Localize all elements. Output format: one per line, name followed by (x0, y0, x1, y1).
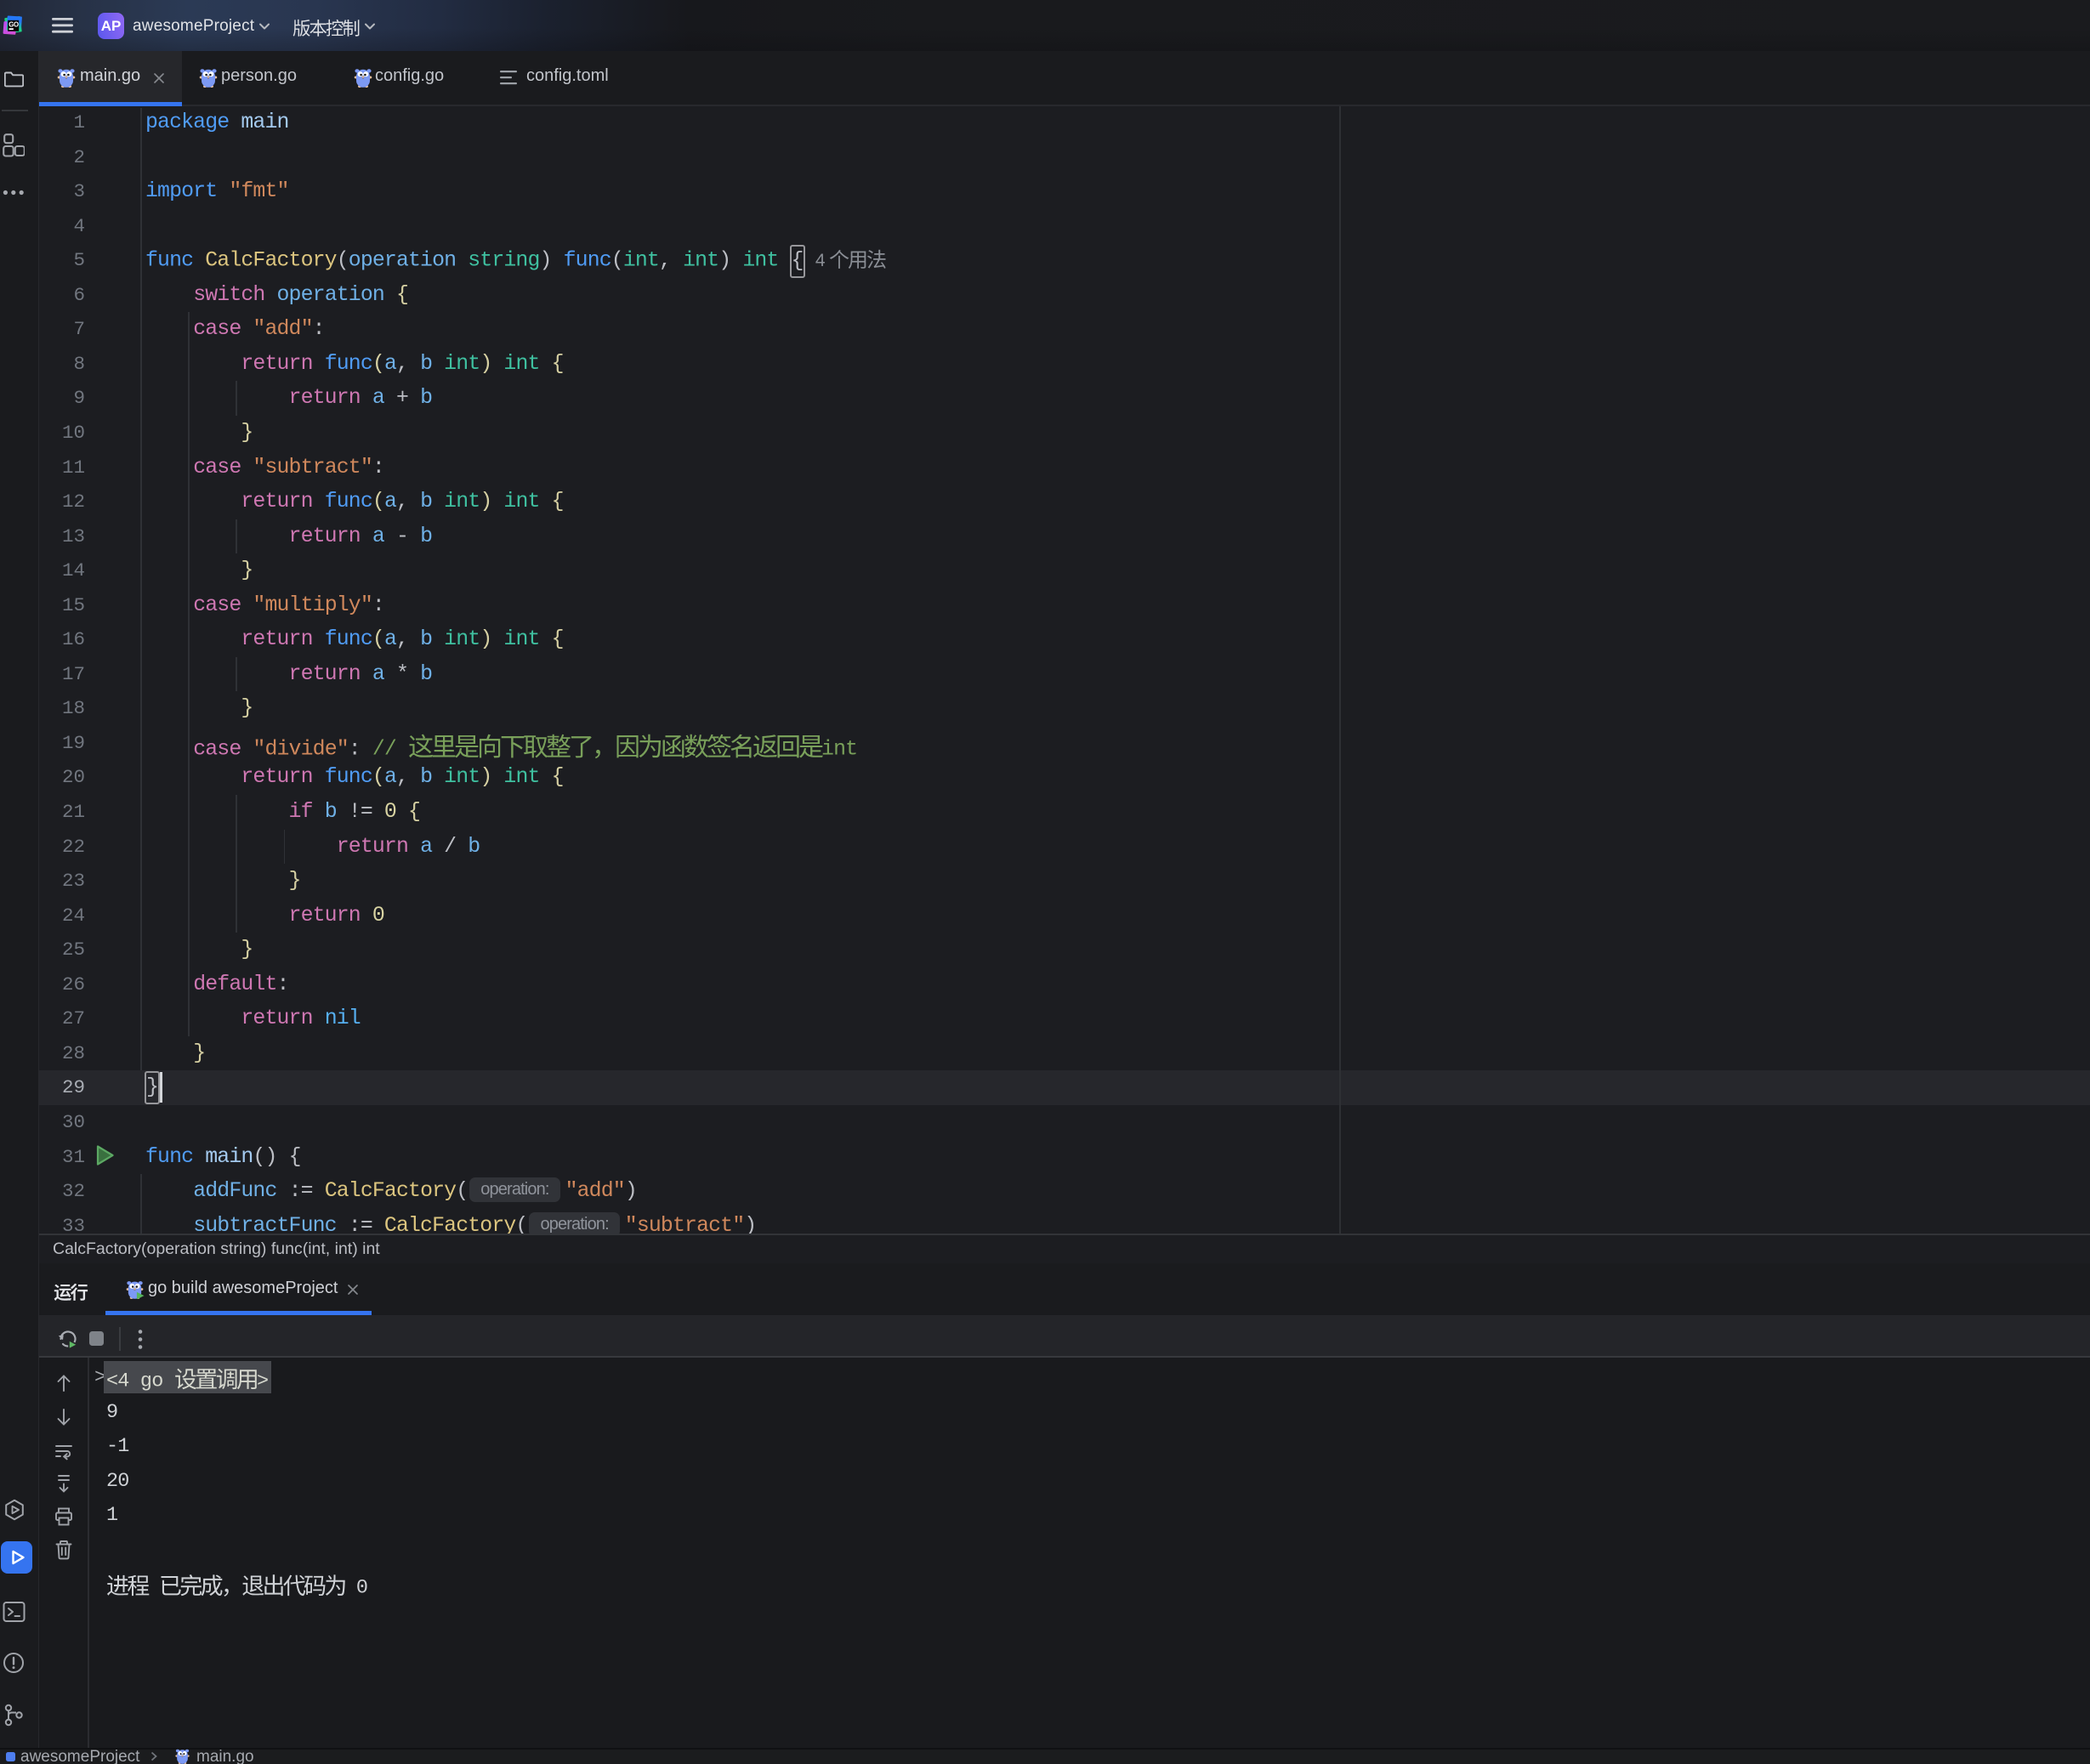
svg-text:GO: GO (9, 20, 19, 28)
